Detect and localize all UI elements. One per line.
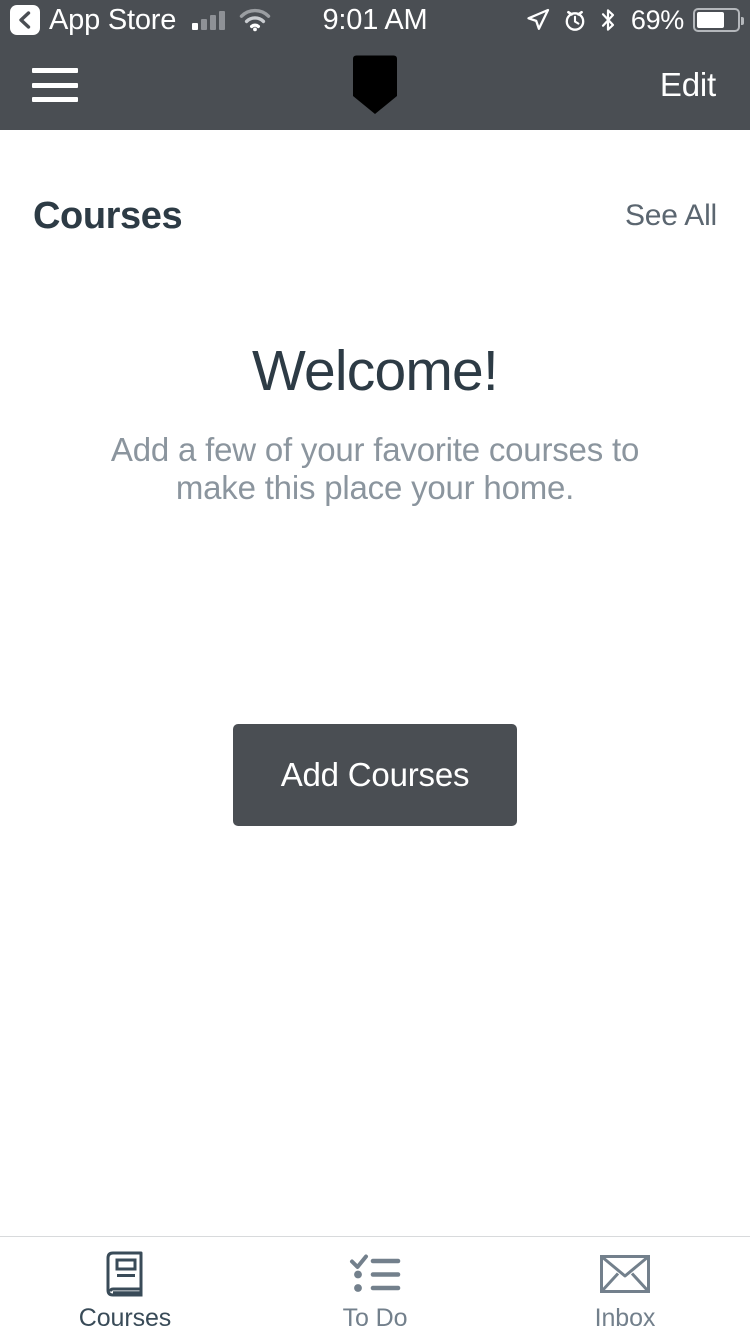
envelope-icon: [599, 1249, 651, 1299]
empty-state-heading: Welcome!: [252, 339, 499, 403]
edit-button[interactable]: Edit: [660, 66, 716, 104]
canvas-shield-logo-icon: [348, 54, 402, 116]
empty-state-subtext: Add a few of your favorite courses to ma…: [110, 430, 640, 507]
status-bar: App Store 9:01 AM 69%: [0, 0, 750, 40]
tab-inbox-label: Inbox: [594, 1304, 656, 1332]
cellular-signal-icon: [192, 10, 226, 30]
battery-fill: [697, 12, 724, 28]
tab-todo-label: To Do: [342, 1304, 408, 1332]
status-bar-right: 69%: [513, 0, 744, 40]
carrier-label: App Store: [49, 3, 177, 36]
battery-percent-label: 69%: [630, 4, 684, 35]
tab-courses-label: Courses: [78, 1304, 172, 1332]
navigation-bar: Edit: [0, 40, 750, 130]
alarm-clock-icon: [563, 7, 587, 33]
tab-bar: Courses To Do Inbox: [0, 1236, 750, 1334]
chevron-left-icon: [16, 10, 34, 30]
tab-todo[interactable]: To Do: [250, 1237, 500, 1334]
see-all-button[interactable]: See All: [625, 199, 717, 233]
bluetooth-icon: [599, 7, 617, 33]
checklist-icon: [349, 1249, 401, 1299]
status-bar-clock: 9:01 AM: [322, 3, 428, 36]
battery-icon: [693, 8, 744, 32]
page-title: Courses: [33, 194, 183, 237]
location-arrow-icon: [525, 7, 551, 33]
add-courses-button[interactable]: Add Courses: [233, 724, 517, 826]
courses-section-header: Courses See All: [0, 188, 750, 244]
tab-inbox[interactable]: Inbox: [500, 1237, 750, 1334]
hamburger-menu-icon[interactable]: [32, 68, 78, 102]
book-icon: [101, 1249, 149, 1299]
main-content: Courses See All Welcome! Add a few of yo…: [0, 130, 750, 1236]
back-to-app-store-button[interactable]: [10, 5, 40, 35]
status-bar-left: App Store: [0, 4, 271, 37]
empty-state: Welcome! Add a few of your favorite cour…: [0, 340, 750, 508]
app-screen: App Store 9:01 AM 69% Edit Courses See A…: [0, 0, 750, 1334]
tab-courses[interactable]: Courses: [0, 1237, 250, 1334]
wifi-icon: [239, 8, 271, 32]
